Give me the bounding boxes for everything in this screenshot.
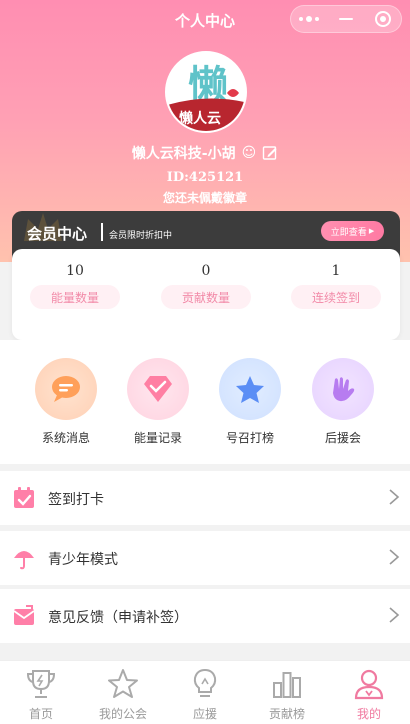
user-id: ID:425121 [166, 170, 244, 185]
tab-contribution-ranking[interactable]: 贡献榜 [246, 667, 328, 722]
list-item-feedback[interactable]: 意见反馈（申请补签） [0, 589, 410, 643]
grid-item-call-ranking[interactable]: 号召打榜 [210, 358, 290, 446]
stats-card: 10 能量数量 0 贡献数量 1 连续签到 [12, 249, 400, 340]
tab-my-guild[interactable]: 我的公会 [82, 667, 164, 722]
trophy-icon [26, 670, 56, 698]
svg-text:懒人云: 懒人云 [179, 110, 221, 127]
stat-label: 贡献数量 [161, 285, 251, 309]
arrow-right-icon: ▶ [368, 227, 375, 235]
stat-contribution[interactable]: 0 贡献数量 [161, 263, 251, 309]
username: 懒人云科技-小胡 [131, 146, 236, 162]
star-icon [219, 358, 281, 420]
stat-checkin-streak[interactable]: 1 连续签到 [291, 263, 381, 309]
chevron-right-icon [389, 607, 400, 623]
close-target-icon[interactable] [364, 6, 401, 32]
chevron-right-icon [389, 549, 400, 565]
diamond-icon [127, 358, 189, 420]
member-divider [101, 223, 103, 241]
grid-label: 号召打榜 [225, 431, 274, 445]
view-now-button[interactable]: 立即查看 ▶ [321, 221, 384, 241]
list-item-youth-mode[interactable]: 青少年模式 [0, 531, 410, 585]
stat-energy[interactable]: 10 能量数量 [30, 263, 120, 309]
list-label: 意见反馈（申请补签） [48, 610, 188, 626]
view-now-label: 立即查看 [330, 227, 367, 238]
grid-item-energy-record[interactable]: 能量记录 [118, 358, 198, 446]
bar-chart-icon [273, 672, 301, 698]
grid-label: 后援会 [324, 431, 361, 445]
tab-label: 贡献榜 [268, 707, 305, 721]
stat-value: 10 [66, 263, 84, 279]
lightbulb-icon [193, 668, 217, 697]
list-item-checkin[interactable]: 签到打卡 [0, 471, 410, 525]
edit-icon[interactable] [262, 145, 278, 161]
smile-emoji: ☺ [241, 145, 257, 161]
username-row: 懒人云科技-小胡 ☺ [0, 143, 410, 163]
grid-label: 能量记录 [133, 431, 182, 445]
minimize-icon[interactable] [328, 6, 365, 32]
user-icon [354, 669, 384, 700]
umbrella-icon [14, 551, 34, 570]
tab-mine[interactable]: 我的 [328, 667, 410, 722]
star-outline-icon [108, 669, 138, 698]
tab-home[interactable]: 首页 [0, 667, 82, 722]
list-label: 签到打卡 [48, 492, 104, 508]
badge-status: 您还未佩戴徽章 [162, 191, 247, 205]
avatar[interactable]: 懒 懒人云 [165, 51, 247, 133]
grid-label: 系统消息 [41, 431, 90, 445]
stat-label: 能量数量 [30, 285, 120, 309]
grid-item-fan-club[interactable]: 后援会 [303, 358, 383, 446]
mini-program-capsule [290, 5, 402, 33]
grid-item-system-message[interactable]: 系统消息 [26, 358, 106, 446]
calendar-check-icon [14, 487, 34, 508]
tab-label: 应援 [192, 707, 217, 721]
list-label: 青少年模式 [48, 552, 118, 568]
member-title: 会员中心 [27, 225, 88, 243]
member-subtitle: 会员限时折扣中 [109, 231, 173, 241]
tab-label: 我的 [356, 707, 381, 721]
tab-label: 首页 [28, 707, 53, 721]
hand-icon [312, 358, 374, 420]
mail-icon [13, 605, 35, 625]
tab-support[interactable]: 应援 [164, 667, 246, 722]
message-icon [35, 358, 97, 420]
stat-value: 1 [331, 263, 341, 279]
stat-label: 连续签到 [291, 285, 381, 309]
feature-grid: 系统消息 能量记录 号召打榜 后援会 [0, 340, 410, 464]
more-icon[interactable] [291, 6, 328, 32]
tab-label: 我的公会 [98, 707, 147, 721]
bottom-tab-bar: 首页 我的公会 应援 贡献榜 我的 [0, 660, 410, 724]
stat-value: 0 [201, 263, 211, 279]
chevron-right-icon [389, 489, 400, 505]
